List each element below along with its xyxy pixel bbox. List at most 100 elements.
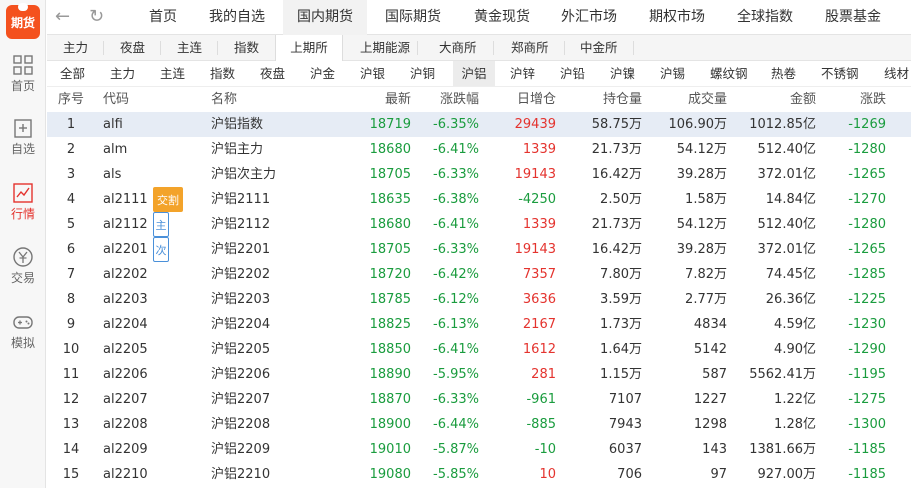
- header-last[interactable]: 最新: [385, 87, 411, 112]
- category-tab-aluminum[interactable]: 沪铝: [453, 61, 495, 86]
- row-code: alfi: [103, 117, 123, 132]
- table-row[interactable]: 4 al2111 沪铝2111 18635 -6.38% -4250 2.50万 1.58万 1…: [47, 187, 911, 212]
- category-tab[interactable]: 全部: [60, 61, 85, 86]
- table-row[interactable]: 11 al2206 沪铝2206 18890 -5.95% 281 1.15万 587 5562…: [47, 362, 911, 387]
- sidebar-item-trade[interactable]: 交易: [0, 246, 46, 292]
- table-row[interactable]: 3 als 沪铝次主力 18705 -6.33% 19143 16.42万 39.28万 372…: [47, 162, 911, 187]
- row-amount: 74.45亿: [765, 267, 816, 282]
- category-tab[interactable]: 指数: [210, 61, 235, 86]
- row-no: 9: [66, 317, 76, 332]
- category-tab[interactable]: 沪锡: [660, 61, 685, 86]
- table-row[interactable]: 2 alm 沪铝主力 18680 -6.41% 1339 21.73万 54.12万 512.4…: [47, 137, 911, 162]
- tab-options[interactable]: 期权市场: [649, 0, 705, 35]
- row-amount: 14.84亿: [765, 192, 816, 207]
- category-tab[interactable]: 线材: [884, 61, 909, 86]
- header-volume[interactable]: 成交量: [688, 87, 727, 112]
- header-name[interactable]: 名称: [211, 87, 237, 112]
- row-amount: 372.01亿: [757, 167, 817, 182]
- table-row[interactable]: 12 al2207 沪铝2207 18870 -6.33% -961 7107 1227 1.2…: [47, 387, 911, 412]
- divider: [564, 41, 565, 55]
- sidebar-item-watchlist[interactable]: 自选: [0, 117, 46, 163]
- tab-forex[interactable]: 外汇市场: [561, 0, 617, 35]
- exchange-tab[interactable]: 主连: [177, 35, 202, 60]
- sidebar-item-simulate[interactable]: 模拟: [0, 311, 46, 357]
- row-code: als: [103, 167, 122, 182]
- table-row[interactable]: 15 al2210 沪铝2210 19080 -5.85% 10 706 97 927.00万 -…: [47, 462, 911, 487]
- category-tab[interactable]: 沪镍: [610, 61, 635, 86]
- exchange-tab[interactable]: 主力: [63, 35, 88, 60]
- table-row[interactable]: 7 al2202 沪铝2202 18720 -6.42% 7357 7.80万 7.82万 74…: [47, 262, 911, 287]
- tab-stock-fund[interactable]: 股票基金: [825, 0, 881, 35]
- exchange-tab[interactable]: 郑商所: [511, 35, 549, 60]
- table-row[interactable]: 13 al2208 沪铝2208 18900 -6.44% -885 7943 1298 1.2…: [47, 412, 911, 437]
- tab-intl-futures[interactable]: 国际期货: [385, 0, 441, 35]
- exchange-tab[interactable]: 夜盘: [120, 35, 145, 60]
- category-tab[interactable]: 主连: [160, 61, 185, 86]
- table-row[interactable]: 9 al2204 沪铝2204 18825 -6.13% 2167 1.73万 4834 4.5…: [47, 312, 911, 337]
- row-volume: 106.90万: [668, 117, 728, 132]
- tab-gold-spot[interactable]: 黄金现货: [474, 0, 530, 35]
- tab-domestic-futures[interactable]: 国内期货: [283, 0, 367, 35]
- category-tab[interactable]: 沪银: [360, 61, 385, 86]
- table-row[interactable]: 14 al2209 沪铝2209 19010 -5.87% -10 6037 143 1381.…: [47, 437, 911, 462]
- tab-home[interactable]: 首页: [149, 0, 177, 35]
- row-volume: 1227: [693, 392, 727, 407]
- row-change: -1185: [848, 442, 886, 457]
- row-amount: 5562.41万: [749, 367, 816, 382]
- category-tab[interactable]: 热卷: [771, 61, 796, 86]
- row-name: 沪铝2206: [211, 367, 271, 382]
- row-change: -1269: [848, 117, 886, 132]
- category-tab[interactable]: 沪锌: [510, 61, 535, 86]
- exchange-tab[interactable]: 大商所: [439, 35, 477, 60]
- table-row[interactable]: 5 al2112 沪铝2112 18680 -6.41% 1339 21.73万 54.12万…: [47, 212, 911, 237]
- category-tab[interactable]: 螺纹钢: [710, 61, 748, 86]
- sidebar-item-quotes[interactable]: 行情: [0, 182, 46, 228]
- table-row[interactable]: 6 al2201 沪铝2201 18705 -6.33% 19143 16.42万 39.28…: [47, 237, 911, 262]
- header-amount[interactable]: 金额: [790, 87, 816, 112]
- row-last: 19080: [369, 467, 411, 482]
- exchange-tab[interactable]: 指数: [234, 35, 259, 60]
- category-tab[interactable]: 主力: [110, 61, 135, 86]
- category-tab[interactable]: 夜盘: [260, 61, 285, 86]
- row-volume: 143: [702, 442, 727, 457]
- category-tab[interactable]: 沪金: [310, 61, 335, 86]
- row-pct: -6.38%: [433, 192, 479, 207]
- row-name: 沪铝2202: [211, 267, 271, 282]
- row-change: -1265: [848, 167, 886, 182]
- tab-watchlist[interactable]: 我的自选: [209, 0, 265, 35]
- header-pct[interactable]: 涨跌幅: [440, 87, 479, 112]
- table-row[interactable]: 8 al2203 沪铝2203 18785 -6.12% 3636 3.59万 2.77万 26…: [47, 287, 911, 312]
- row-no: 8: [66, 292, 76, 307]
- category-tab[interactable]: 沪铜: [410, 61, 435, 86]
- tab-global-index[interactable]: 全球指数: [737, 0, 793, 35]
- header-change[interactable]: 涨跌: [860, 87, 886, 112]
- exchange-tab[interactable]: 中金所: [580, 35, 618, 60]
- row-code: al2209: [103, 442, 148, 457]
- header-no[interactable]: 序号: [57, 87, 85, 112]
- contract-badge: 交割: [153, 187, 183, 212]
- row-code: al2111: [103, 192, 148, 207]
- row-change: -1300: [848, 417, 886, 432]
- sidebar-item-label: 自选: [10, 142, 35, 156]
- row-amount: 1.22亿: [774, 392, 816, 407]
- header-open-interest[interactable]: 持仓量: [603, 87, 642, 112]
- sidebar-item-home[interactable]: 首页: [0, 54, 46, 100]
- app-logo[interactable]: 期货: [6, 3, 40, 39]
- row-pct: -6.41%: [433, 142, 479, 157]
- header-code[interactable]: 代码: [103, 87, 129, 112]
- refresh-icon[interactable]: ↻: [89, 8, 109, 28]
- category-tab[interactable]: 不锈钢: [821, 61, 859, 86]
- exchange-tab-shfe[interactable]: 上期所: [275, 35, 343, 61]
- table-row[interactable]: 10 al2205 沪铝2205 18850 -6.41% 1612 1.64万 5142 4.…: [47, 337, 911, 362]
- header-daily-oi-change[interactable]: 日增仓: [517, 87, 556, 112]
- row-code: al2203: [103, 292, 148, 307]
- table-row[interactable]: 1 alfi 沪铝指数 18719 -6.35% 29439 58.75万 106.90万 10…: [47, 112, 911, 137]
- category-tab[interactable]: 沪铅: [560, 61, 585, 86]
- row-pct: -6.42%: [433, 267, 479, 282]
- back-arrow-icon[interactable]: ←: [55, 8, 75, 28]
- row-volume: 54.12万: [676, 217, 727, 232]
- yen-icon: [13, 247, 33, 267]
- exchange-tab[interactable]: 上期能源: [360, 35, 410, 60]
- row-daily-oi-change: -4250: [518, 192, 556, 207]
- row-name: 沪铝主力: [211, 142, 264, 157]
